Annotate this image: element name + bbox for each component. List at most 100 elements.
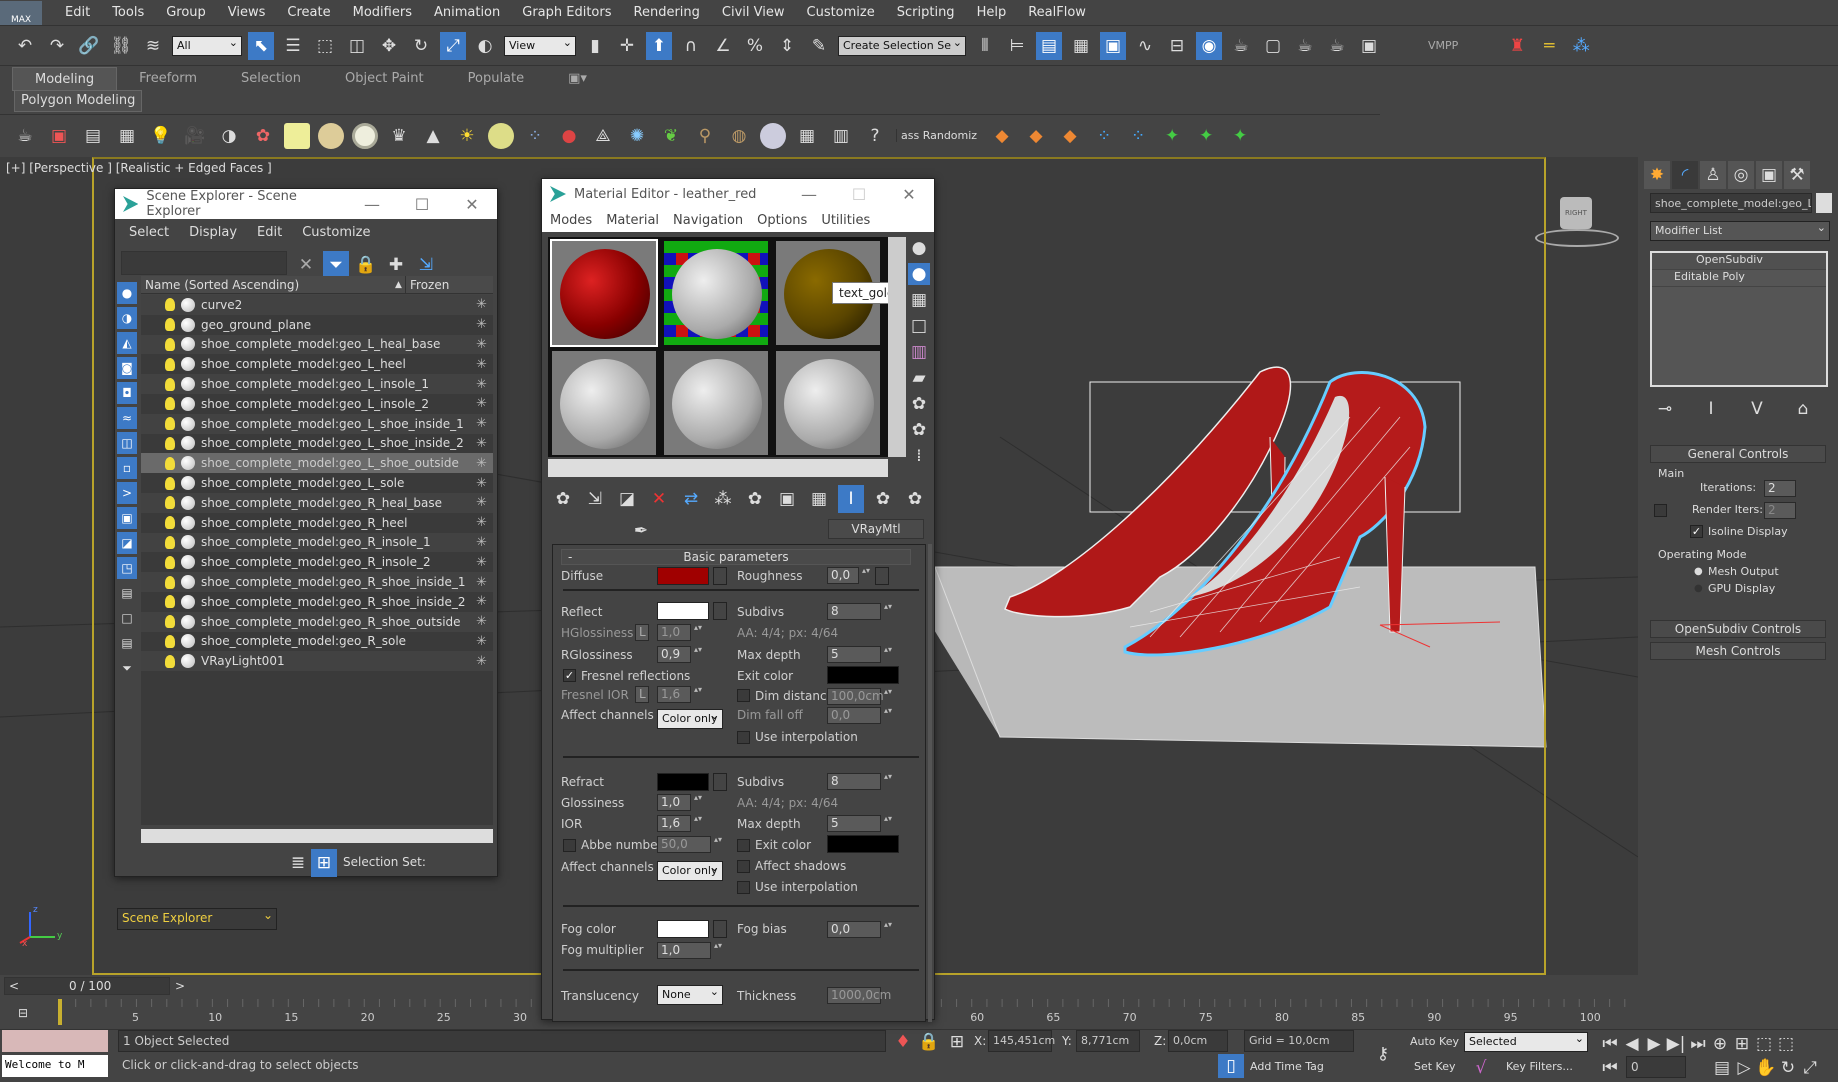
placement-icon[interactable]: ◐	[472, 32, 498, 60]
refract-subdivs-spinner[interactable]: ▴▾	[883, 773, 893, 790]
refract-color-swatch[interactable]	[657, 773, 709, 791]
tab-selection[interactable]: Selection	[219, 67, 323, 91]
list-item[interactable]: curve2 ✳	[141, 295, 493, 315]
ref-coord-dropdown[interactable]: View	[504, 35, 576, 56]
fresnel-ior-spinner[interactable]: ▴▾	[693, 686, 703, 703]
fur-icon[interactable]: ⁘	[522, 122, 548, 150]
undo-icon[interactable]: ↶	[12, 32, 38, 60]
display-tab-icon[interactable]: ▣	[1756, 161, 1782, 189]
frozen-icon[interactable]: ✳	[476, 357, 487, 372]
go-to-parent-icon[interactable]: ✿	[870, 485, 896, 513]
visibility-icon[interactable]	[165, 417, 175, 431]
gpu-display-radio[interactable]: ●	[1694, 583, 1703, 594]
menu-modifiers[interactable]: Modifiers	[353, 5, 412, 20]
background-icon[interactable]: ▦	[908, 289, 930, 311]
ior-field[interactable]: 1,6	[657, 815, 691, 832]
layer-explorer-icon[interactable]: ▤	[1036, 31, 1062, 60]
abbe-checkbox[interactable]	[563, 839, 576, 852]
list-item[interactable]: shoe_complete_model:geo_R_insole_1 ✳	[141, 532, 493, 553]
bind-spacewarp-icon[interactable]: ≋	[140, 32, 166, 60]
scene-explorer-titlebar[interactable]: Scene Explorer - Scene Explorer — ☐ ✕	[115, 189, 497, 219]
material-sphere-icon[interactable]	[760, 122, 786, 149]
menu-select[interactable]: Select	[129, 225, 169, 240]
backlight-icon[interactable]: ●	[908, 263, 930, 285]
add-time-tag[interactable]: Add Time Tag	[1250, 1060, 1324, 1073]
object-name-field[interactable]: shoe_complete_model:geo_L_	[1650, 193, 1812, 213]
x-coordinate-field[interactable]: 145,451cm	[988, 1030, 1055, 1052]
menu-edit[interactable]: Edit	[257, 225, 282, 240]
hgloss-lock-button[interactable]: L	[635, 624, 649, 641]
realflow-green1-icon[interactable]: ✦	[1159, 122, 1185, 150]
visibility-icon[interactable]	[165, 476, 175, 490]
script-button[interactable]: ass Randomiz	[896, 129, 981, 142]
filter-spacewarps-icon[interactable]: ≈	[117, 407, 137, 429]
frozen-icon[interactable]: ✳	[476, 594, 487, 609]
reflect-map-button[interactable]	[713, 602, 727, 620]
realflow-daemon-icon[interactable]: ◆	[1057, 122, 1083, 150]
schematic-view-icon[interactable]: ⊟	[1164, 32, 1190, 60]
search-input[interactable]	[121, 251, 287, 275]
menu-civil-view[interactable]: Civil View	[722, 5, 785, 20]
list-item[interactable]: shoe_complete_model:geo_R_sole ✳	[141, 632, 493, 652]
pan-icon[interactable]: ✋	[1755, 1054, 1776, 1082]
hierarchy-tab-icon[interactable]: ♙	[1700, 161, 1726, 189]
refract-exit-color-checkbox[interactable]	[737, 839, 750, 852]
select-children-icon[interactable]: ⇲	[413, 251, 439, 279]
list-item[interactable]: shoe_complete_model:geo_R_shoe_outside ✳	[141, 611, 493, 632]
make-unique-icon[interactable]: ⁂	[710, 485, 736, 513]
list-item[interactable]: shoe_complete_model:geo_L_heal_base ✳	[141, 334, 493, 355]
affect-shadows-checkbox[interactable]	[737, 860, 750, 873]
material-editor-icon[interactable]: ◉	[1196, 31, 1222, 60]
particles-icon[interactable]: ⁂	[1568, 32, 1594, 60]
refract-map-button[interactable]	[713, 773, 727, 791]
frozen-icon[interactable]: ✳	[476, 535, 487, 550]
unlink-icon[interactable]: ⛓	[108, 32, 134, 60]
pivot-icon[interactable]: ▮	[582, 32, 608, 60]
key-filters-button[interactable]: Key Filters...	[1506, 1060, 1573, 1073]
material-map-navigator-icon[interactable]: ⁞	[908, 445, 930, 467]
glossiness-field[interactable]: 1,0	[657, 794, 691, 811]
spinner-snap-icon[interactable]: ⇕	[774, 32, 800, 60]
filter-containers-icon[interactable]: ▣	[117, 507, 137, 529]
make-unique-icon[interactable]: V	[1744, 395, 1770, 423]
abbe-field[interactable]: 50,0	[657, 836, 711, 853]
visibility-icon[interactable]	[165, 654, 175, 668]
glossiness-spinner[interactable]: ▴▾	[693, 794, 703, 811]
show-end-result-icon[interactable]: Ⅰ	[1698, 395, 1724, 423]
toggle-ribbon-icon[interactable]: ▦	[1068, 32, 1094, 60]
displacement-icon[interactable]: ⟁	[590, 122, 616, 150]
vmpp-label[interactable]: VMPP	[1428, 39, 1458, 52]
filter-cameras-icon[interactable]: ◙	[117, 357, 137, 379]
realflow-particles-icon[interactable]: ⁘	[1091, 122, 1117, 150]
roughness-spinner[interactable]: ▴▾	[861, 567, 871, 584]
hglossiness-field[interactable]: 1,0	[657, 624, 691, 641]
list-item[interactable]: shoe_complete_model:geo_R_heal_base ✳	[141, 492, 493, 513]
frozen-icon[interactable]: ✳	[476, 377, 487, 392]
help-icon[interactable]: ?	[862, 122, 888, 150]
roughness-field[interactable]: 0,0	[827, 567, 859, 584]
list-item[interactable]: shoe_complete_model:geo_L_heel ✳	[141, 354, 493, 374]
add-selection-icon[interactable]: ✚	[383, 251, 409, 279]
maximize-button[interactable]: ☐	[834, 185, 884, 204]
stack-item-opensubdiv[interactable]: OpenSubdiv	[1652, 253, 1826, 270]
list-item[interactable]: shoe_complete_model:geo_R_shoe_inside_1 ✳	[141, 572, 493, 592]
time-tag-icon[interactable]: ▯	[1218, 1054, 1244, 1078]
menu-realflow[interactable]: RealFlow	[1028, 5, 1086, 20]
minimize-button[interactable]: —	[784, 185, 834, 204]
maximize-button[interactable]: ☐	[397, 195, 447, 214]
refract-exit-color-swatch[interactable]	[827, 835, 899, 853]
show-end-result-icon[interactable]: Ⅰ	[838, 485, 864, 513]
menu-tools[interactable]: Tools	[112, 5, 144, 20]
sun-icon[interactable]: ☀	[454, 122, 480, 150]
refract-subdivs-field[interactable]: 8	[827, 773, 881, 790]
go-forward-sibling-icon[interactable]: ✿	[902, 485, 928, 513]
viewcube[interactable]: RIGHT	[1560, 197, 1592, 229]
settings-icon[interactable]: ▥	[828, 122, 854, 150]
realflow-icon[interactable]: ♜	[1504, 32, 1530, 60]
filter-groups-icon[interactable]: ◫	[117, 432, 137, 454]
list-item[interactable]: shoe_complete_model:geo_R_insole_2 ✳	[141, 552, 493, 572]
dim-falloff-field[interactable]: 0,0	[827, 707, 881, 724]
reflect-subdivs-spinner[interactable]: ▴▾	[883, 603, 893, 620]
thickness-field[interactable]: 1000,0cm	[827, 987, 891, 1004]
scale-icon[interactable]: ⤢	[440, 31, 466, 60]
